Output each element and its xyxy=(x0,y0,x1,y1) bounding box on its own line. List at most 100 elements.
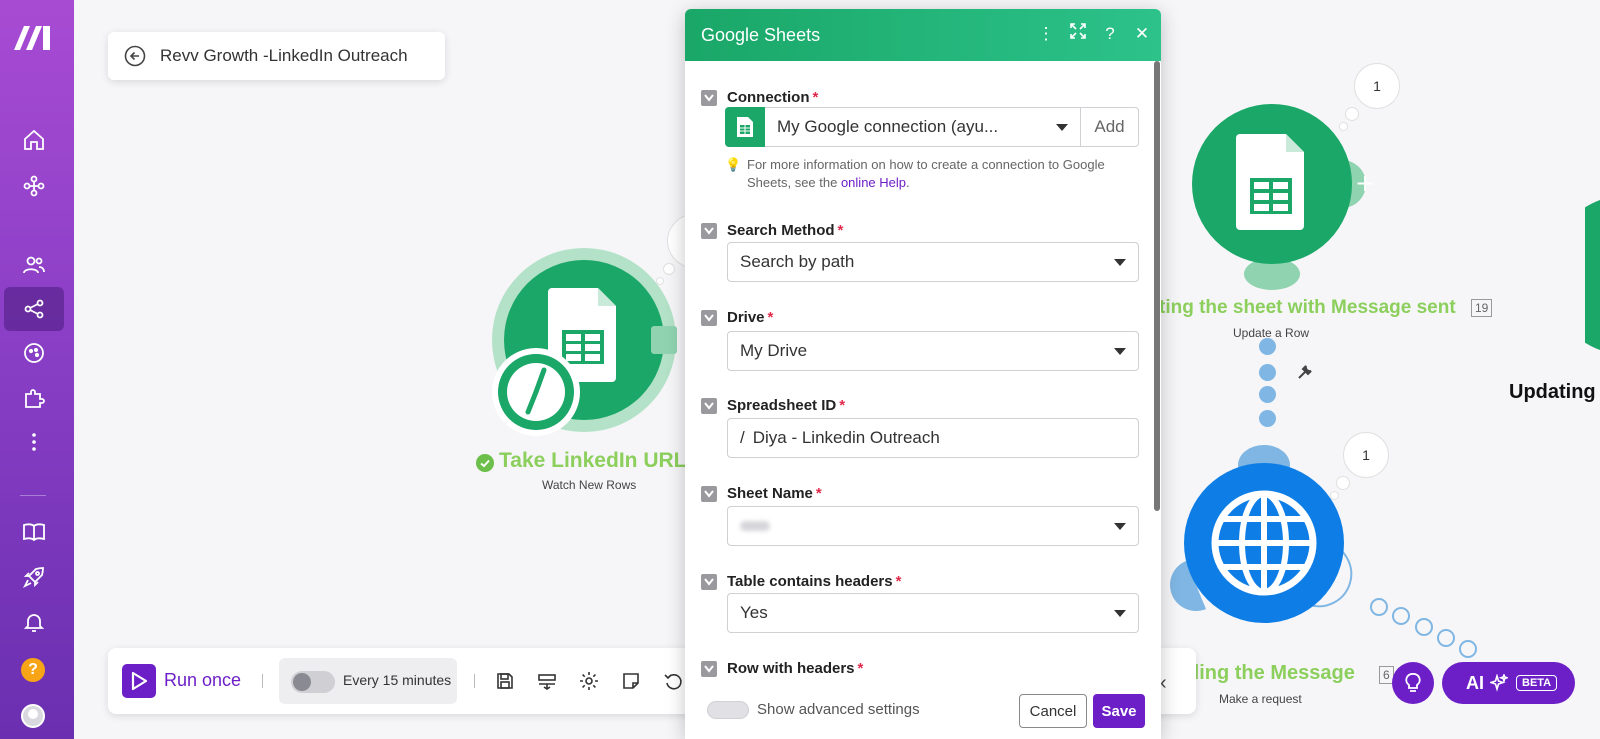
note-icon[interactable] xyxy=(620,670,642,692)
route-ring xyxy=(1437,629,1455,647)
align-icon[interactable] xyxy=(536,670,558,692)
collapse-checkbox[interactable] xyxy=(701,485,717,502)
toolbar-divider xyxy=(262,674,263,688)
ai-assistant-button[interactable]: AI BETA xyxy=(1442,662,1575,704)
run-once-label[interactable]: Run once xyxy=(164,670,241,691)
expand-icon[interactable] xyxy=(1069,23,1087,45)
collapse-checkbox[interactable] xyxy=(701,222,717,239)
chevron-down-icon xyxy=(1056,124,1068,131)
google-sheets-trigger-module[interactable] xyxy=(492,248,692,448)
dialog-footer: Show advanced settings Cancel Save xyxy=(685,685,1161,739)
close-icon[interactable]: ✕ xyxy=(1133,23,1151,45)
module-settings-dialog: Google Sheets ⋮ ? ✕ Connection * My Googl… xyxy=(685,9,1161,739)
templates-icon[interactable] xyxy=(4,331,64,375)
http-request-module[interactable] xyxy=(1160,443,1380,643)
organization-icon[interactable] xyxy=(4,164,64,208)
svg-text:+: + xyxy=(1355,169,1375,197)
route-ring xyxy=(1392,607,1410,625)
trigger-module-subtitle: Watch New Rows xyxy=(542,478,637,492)
apps-puzzle-icon[interactable] xyxy=(4,376,64,420)
chevron-left-icon[interactable]: ‹ xyxy=(1160,672,1167,695)
route-dot xyxy=(1259,386,1276,403)
chevron-down-icon xyxy=(1114,259,1126,266)
settings-gear-icon[interactable] xyxy=(578,670,600,692)
dialog-scrollbar[interactable] xyxy=(1154,61,1160,511)
schedule-toggle[interactable] xyxy=(291,671,335,693)
advanced-settings-label[interactable]: Show advanced settings xyxy=(757,701,920,718)
schedule-control[interactable]: Every 15 minutes xyxy=(279,658,457,704)
more-vertical-icon[interactable] xyxy=(4,420,64,464)
search-method-field-label: Search Method * xyxy=(701,222,843,239)
spreadsheet-id-field[interactable]: / Diya - Linkedin Outreach xyxy=(727,418,1139,458)
dialog-header: Google Sheets ⋮ ? ✕ xyxy=(685,9,1161,61)
route-ring xyxy=(1370,598,1388,616)
rocket-icon[interactable] xyxy=(4,555,64,599)
collapse-checkbox[interactable] xyxy=(701,89,717,106)
chevron-down-icon xyxy=(1114,523,1126,530)
make-logo-icon[interactable] xyxy=(12,20,54,54)
http-module-subtitle: Make a request xyxy=(1219,692,1302,706)
drive-field-label: Drive * xyxy=(701,309,773,326)
chevron-down-icon xyxy=(1114,348,1126,355)
connection-select[interactable]: My Google connection (ayu... xyxy=(765,107,1081,147)
back-arrow-icon[interactable] xyxy=(124,45,146,67)
scenarios-icon[interactable] xyxy=(4,287,64,331)
advanced-settings-toggle[interactable] xyxy=(707,701,749,719)
add-connection-button[interactable]: Add xyxy=(1081,107,1139,147)
schedule-label[interactable]: Every 15 minutes xyxy=(343,672,451,688)
route-dot xyxy=(1259,364,1276,381)
beta-badge: BETA xyxy=(1516,675,1558,691)
drive-select[interactable]: My Drive xyxy=(727,331,1139,371)
operations-count-bubble[interactable]: 1 xyxy=(1354,63,1400,109)
route-ring xyxy=(1415,618,1433,636)
scenario-title[interactable]: Revv Growth -LinkedIn Outreach xyxy=(160,46,408,66)
ai-label: AI xyxy=(1466,672,1484,693)
redacted-value xyxy=(740,521,770,531)
http-module-label[interactable]: ding the Message xyxy=(1187,662,1355,685)
run-once-button[interactable] xyxy=(122,664,156,698)
search-method-select[interactable]: Search by path xyxy=(727,242,1139,282)
scenario-title-card: Revv Growth -LinkedIn Outreach xyxy=(108,32,445,80)
play-icon xyxy=(131,671,148,691)
home-icon[interactable] xyxy=(4,118,64,162)
connection-field: My Google connection (ayu... Add xyxy=(725,107,1139,147)
collapse-checkbox[interactable] xyxy=(701,309,717,326)
collapse-checkbox[interactable] xyxy=(701,397,717,414)
wrench-icon[interactable] xyxy=(1296,363,1314,381)
sheet-name-select[interactable] xyxy=(727,506,1139,546)
partial-module-label[interactable]: Updating t xyxy=(1509,381,1600,404)
trigger-module-label[interactable]: Take LinkedIn URL xyxy=(499,449,686,473)
avatar[interactable] xyxy=(21,704,45,728)
status-check-icon xyxy=(476,454,494,472)
help-icon[interactable]: ? xyxy=(1101,23,1119,45)
undo-icon[interactable] xyxy=(662,670,684,692)
module-id-badge: 19 xyxy=(1471,299,1493,317)
google-sheets-update-module[interactable]: + xyxy=(1192,104,1402,299)
chevron-down-icon xyxy=(1114,610,1126,617)
lightbulb-icon xyxy=(1405,673,1421,692)
save-floppy-icon[interactable] xyxy=(494,670,516,692)
more-vertical-icon[interactable]: ⋮ xyxy=(1037,23,1055,45)
table-headers-field-label: Table contains headers * xyxy=(701,573,901,590)
dialog-title: Google Sheets xyxy=(701,24,821,45)
spreadsheet-id-field-label: Spreadsheet ID * xyxy=(701,397,845,414)
row-headers-field-label: Row with headers * xyxy=(701,660,863,677)
docs-book-icon[interactable] xyxy=(4,510,64,554)
tips-lightbulb-button[interactable] xyxy=(1392,662,1434,704)
collapse-checkbox[interactable] xyxy=(701,660,717,677)
sheet-name-field-label: Sheet Name * xyxy=(701,485,822,502)
update-module-label[interactable]: ting the sheet with Message sent xyxy=(1159,297,1456,319)
google-sheets-icon xyxy=(725,107,765,147)
collapse-checkbox[interactable] xyxy=(701,573,717,590)
route-dot xyxy=(1259,338,1276,355)
sidebar: ? xyxy=(0,0,74,739)
online-help-link[interactable]: online Help xyxy=(841,175,906,190)
partial-module-edge[interactable] xyxy=(1585,200,1600,350)
help-icon[interactable]: ? xyxy=(21,658,45,682)
team-icon[interactable] xyxy=(4,243,64,287)
connection-field-label: Connection * xyxy=(701,89,818,106)
save-button[interactable]: Save xyxy=(1093,694,1145,728)
table-headers-select[interactable]: Yes xyxy=(727,593,1139,633)
cancel-button[interactable]: Cancel xyxy=(1019,694,1087,728)
notifications-bell-icon[interactable] xyxy=(4,600,64,644)
